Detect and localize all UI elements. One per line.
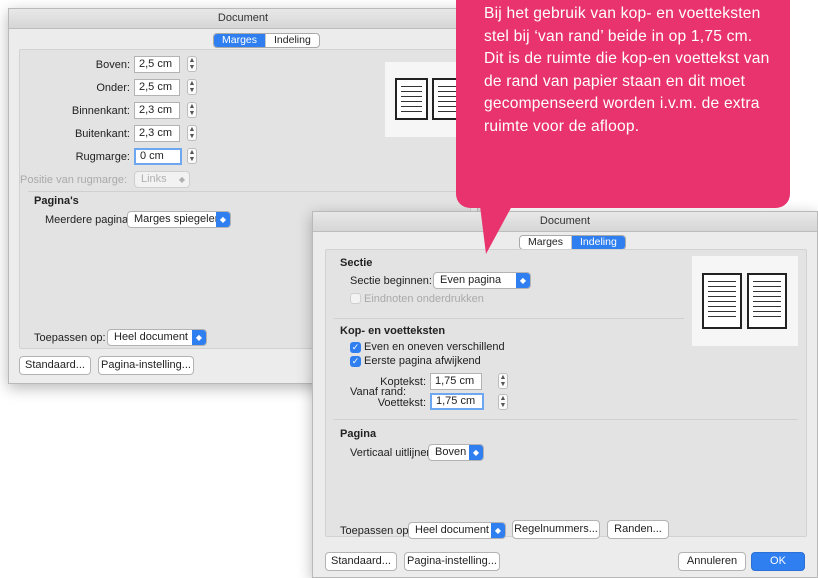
- callout-pointer: [480, 206, 512, 254]
- section-start-select[interactable]: Even pagina ◆: [433, 272, 531, 289]
- divider: [334, 318, 684, 319]
- cancel-button[interactable]: Annuleren: [678, 552, 746, 571]
- pages-heading: Pagina's: [34, 195, 79, 207]
- borders-button[interactable]: Randen...: [607, 520, 669, 539]
- gutter-stepper[interactable]: ▲ ▼: [187, 148, 197, 164]
- annotation-callout: Bij het gebruik van kop- en voetteksten …: [456, 0, 790, 208]
- apply-value: Heel document: [415, 524, 489, 536]
- vertical-align-select[interactable]: Boven ◆: [428, 444, 484, 461]
- gutter-label: Rugmarge:: [75, 151, 130, 163]
- divider: [28, 191, 462, 192]
- gutter-position-select[interactable]: Links ◆: [134, 171, 190, 188]
- page-setup-button[interactable]: Pagina-instelling...: [404, 552, 500, 571]
- chevron-updown-icon: ◆: [491, 523, 505, 538]
- divider: [334, 419, 798, 420]
- chevron-updown-icon: ◆: [216, 212, 230, 227]
- tab-marges[interactable]: Marges: [214, 34, 266, 47]
- margin-inside-label: Binnenkant:: [71, 105, 130, 117]
- chevron-updown-icon: ◆: [516, 273, 530, 288]
- vertical-align-value: Boven: [435, 446, 467, 458]
- header-distance-label: Koptekst:: [380, 376, 426, 388]
- margin-top-field[interactable]: 2,5 cm: [134, 56, 180, 73]
- chevron-updown-icon: ◆: [469, 445, 483, 460]
- dialog-title: Document: [9, 9, 477, 29]
- line-numbers-button[interactable]: Regelnummers...: [512, 520, 600, 539]
- preview-left-page: [702, 273, 742, 329]
- chevron-updown-icon: ◆: [192, 330, 206, 345]
- multiple-pages-select[interactable]: Marges spiegelen ◆: [127, 211, 231, 228]
- gutter-field[interactable]: 0 cm: [134, 148, 182, 165]
- suppress-endnotes-label: Eindnoten onderdrukken: [364, 293, 484, 305]
- first-page-label: Eerste pagina afwijkend: [364, 355, 481, 367]
- odd-even-label: Even en oneven verschillend: [364, 341, 505, 353]
- gutter-position-value: Links: [141, 173, 167, 185]
- dialog-title: Document: [313, 212, 817, 232]
- preview-left-page: [395, 78, 428, 120]
- apply-label: Toepassen op:: [340, 525, 412, 537]
- margin-outside-label: Buitenkant:: [74, 128, 130, 140]
- apply-select[interactable]: Heel document ◆: [107, 329, 207, 346]
- section-start-value: Even pagina: [440, 274, 502, 286]
- tab-indeling[interactable]: Indeling: [265, 34, 319, 47]
- header-footer-heading: Kop- en voetteksten: [340, 325, 446, 337]
- footer-distance-label: Voettekst:: [377, 397, 426, 409]
- margin-top-stepper[interactable]: ▲ ▼: [187, 56, 197, 72]
- suppress-endnotes-checkbox[interactable]: [350, 293, 361, 304]
- tab-indeling[interactable]: Indeling: [571, 236, 625, 249]
- margin-bottom-stepper[interactable]: ▲ ▼: [187, 79, 197, 95]
- margin-inside-stepper[interactable]: ▲ ▼: [187, 102, 197, 118]
- header-distance-field[interactable]: 1,75 cm: [430, 373, 482, 390]
- margin-outside-field[interactable]: 2,3 cm: [134, 125, 180, 142]
- margin-top-label: Boven:: [95, 59, 130, 71]
- margin-inside-field[interactable]: 2,3 cm: [134, 102, 180, 119]
- footer-distance-field[interactable]: 1,75 cm: [430, 393, 484, 410]
- section-heading: Sectie: [340, 257, 373, 269]
- page-heading: Pagina: [340, 428, 377, 440]
- footer-distance-stepper[interactable]: ▲ ▼: [498, 394, 508, 410]
- odd-even-checkbox[interactable]: ✓: [350, 342, 361, 353]
- preview-right-page: [747, 273, 787, 329]
- margin-outside-stepper[interactable]: ▲ ▼: [187, 125, 197, 141]
- apply-value: Heel document: [114, 331, 188, 343]
- gutter-position-label: Positie van rugmarge:: [20, 174, 127, 186]
- first-page-checkbox[interactable]: ✓: [350, 356, 361, 367]
- layout-panel: Sectie Sectie beginnen: Even pagina ◆ Ei…: [325, 249, 807, 539]
- multiple-pages-value: Marges spiegelen: [134, 213, 221, 225]
- header-distance-stepper[interactable]: ▲ ▼: [498, 373, 508, 389]
- vertical-align-label: Verticaal uitlijnen:: [350, 447, 436, 459]
- margin-bottom-label: Onder:: [96, 82, 130, 94]
- default-button[interactable]: Standaard...: [19, 356, 91, 375]
- tab-control: Marges Indeling: [519, 235, 626, 250]
- tab-marges[interactable]: Marges: [520, 236, 571, 249]
- tab-control: Marges Indeling: [213, 33, 320, 48]
- margin-bottom-field[interactable]: 2,5 cm: [134, 79, 180, 96]
- apply-select[interactable]: Heel document ◆: [408, 522, 506, 539]
- apply-label: Toepassen op:: [34, 332, 106, 344]
- ok-button[interactable]: OK: [751, 552, 805, 571]
- chevron-updown-icon: ◆: [178, 175, 186, 184]
- default-button[interactable]: Standaard...: [325, 552, 397, 571]
- page-setup-button[interactable]: Pagina-instelling...: [98, 356, 194, 375]
- page-preview: [692, 256, 798, 346]
- section-start-label: Sectie beginnen:: [350, 275, 432, 287]
- multiple-pages-label: Meerdere pagina's:: [45, 214, 139, 226]
- document-dialog-layout: Document Marges Indeling Sectie Sectie b…: [312, 211, 818, 578]
